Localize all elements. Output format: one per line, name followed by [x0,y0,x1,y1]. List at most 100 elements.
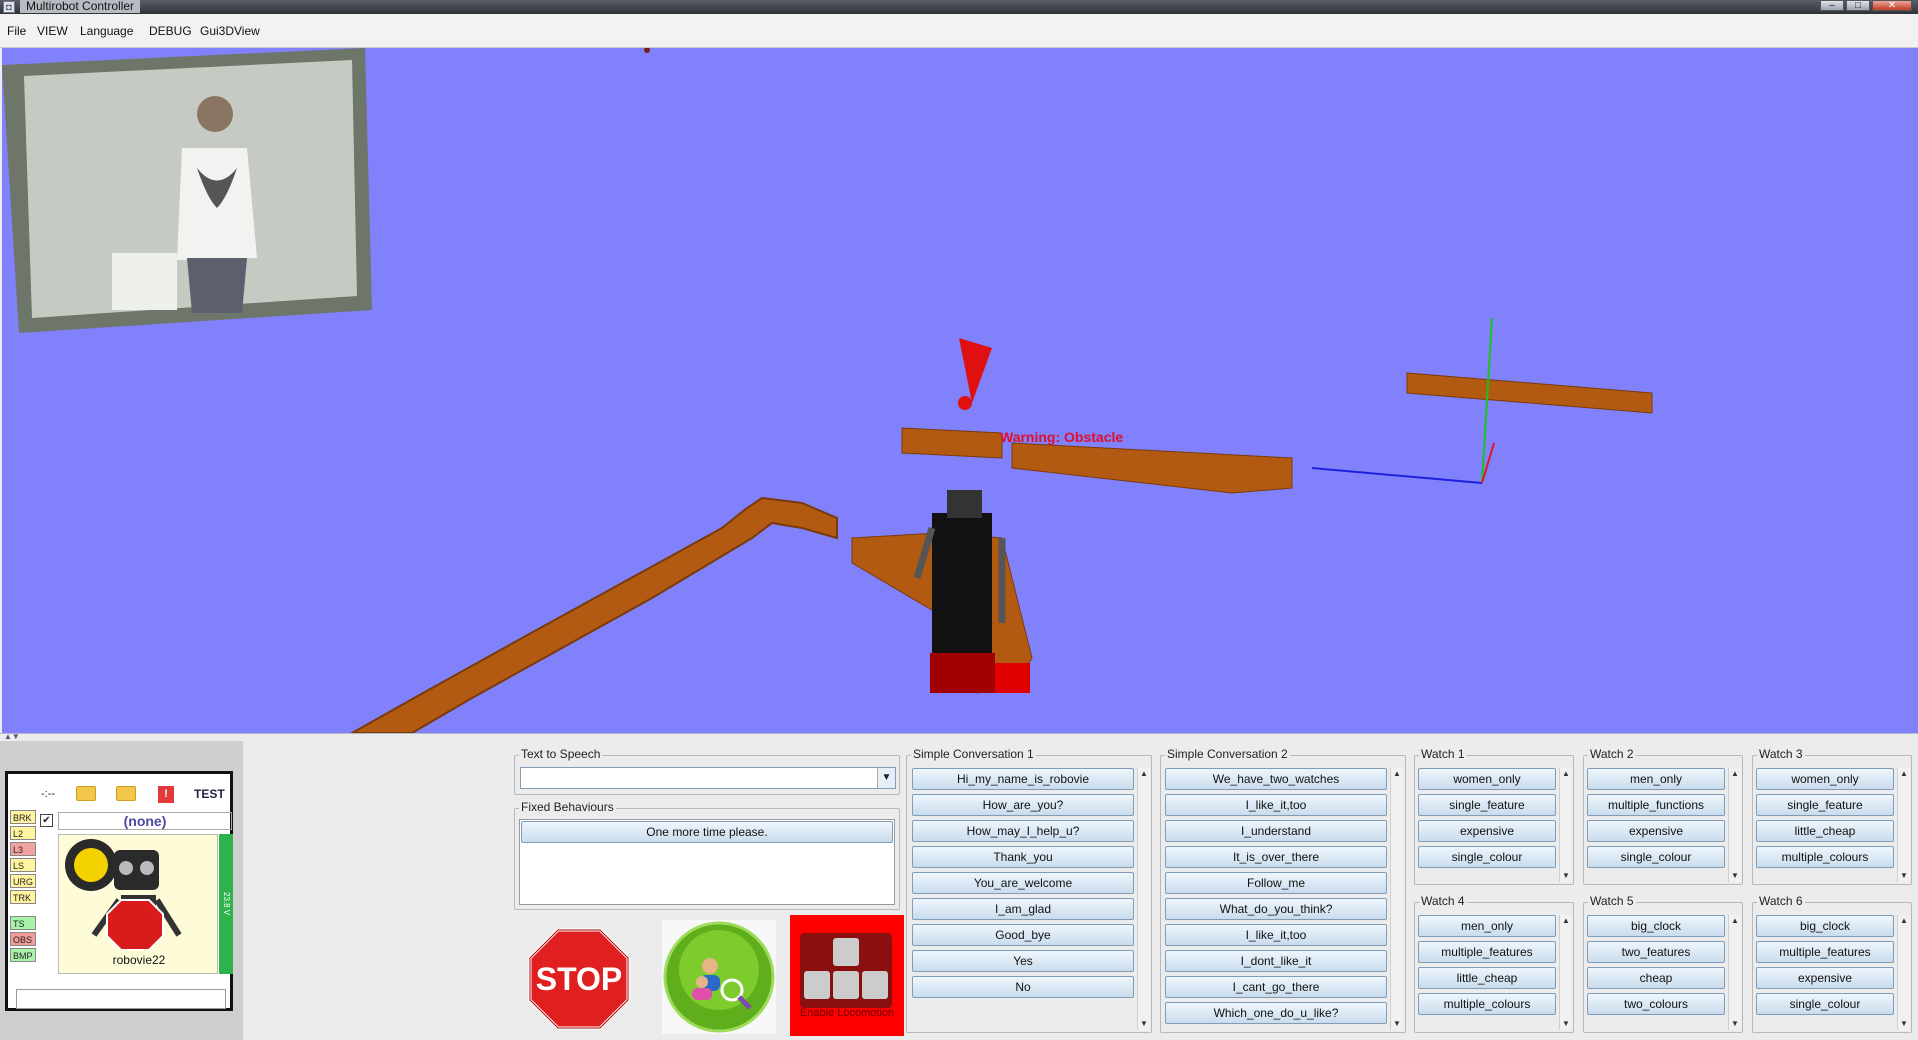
scroll-down-icon[interactable]: ▼ [1898,870,1910,882]
conv1-item-7[interactable]: Good_bye [912,924,1134,946]
watch6-item-2[interactable]: multiple_features [1756,941,1894,963]
test-button[interactable]: TEST [194,787,225,801]
watch6-item-3[interactable]: expensive [1756,967,1894,989]
watch2-item-2[interactable]: multiple_functions [1587,794,1725,816]
watch2-item-4[interactable]: single_colour [1587,846,1725,868]
conv1-item-3[interactable]: How_may_I_help_u? [912,820,1134,842]
watch1-item-2[interactable]: single_feature [1418,794,1556,816]
conv2-item-2[interactable]: I_like_it,too [1165,794,1387,816]
conv1-scrollbar[interactable]: ▲ ▼ [1137,768,1150,1030]
watch5-item-4[interactable]: two_colours [1587,993,1725,1015]
watch5-item-3[interactable]: cheap [1587,967,1725,989]
search-person-button[interactable] [662,920,776,1034]
robot-command-input[interactable] [16,989,226,1009]
watch6-item-1[interactable]: big_clock [1756,915,1894,937]
robot-card[interactable]: -:-- ! TEST BRK L2 L3 LS URG TRK TS OBS … [5,771,233,1011]
scroll-down-icon[interactable]: ▼ [1898,1018,1910,1030]
enable-locomotion-button[interactable]: Enable Locomotion [790,915,904,1036]
robot-head [947,490,982,518]
menu-language[interactable]: Language [80,24,133,38]
scroll-down-icon[interactable]: ▼ [1560,870,1572,882]
watch4-item-1[interactable]: men_only [1418,915,1556,937]
conv1-item-6[interactable]: I_am_glad [912,898,1134,920]
watch4-item-3[interactable]: little_cheap [1418,967,1556,989]
scroll-down-icon[interactable]: ▼ [1138,1018,1150,1030]
conv1-item-9[interactable]: No [912,976,1134,998]
scroll-down-icon[interactable]: ▼ [1391,1018,1403,1030]
scroll-up-icon[interactable]: ▲ [1560,768,1572,780]
scroll-up-icon[interactable]: ▲ [1138,768,1150,780]
conv1-item-8[interactable]: Yes [912,950,1134,972]
scroll-up-icon[interactable]: ▲ [1729,768,1741,780]
fixed-behaviours-list: One more time please. [519,819,895,905]
conv1-item-5[interactable]: You_are_welcome [912,872,1134,894]
menu-gui3dview[interactable]: Gui3DView [200,24,260,38]
conv1-item-2[interactable]: How_are_you? [912,794,1134,816]
conv2-scrollbar[interactable]: ▲ ▼ [1390,768,1403,1030]
scroll-up-icon[interactable]: ▲ [1898,915,1910,927]
scroll-down-icon[interactable]: ▼ [1560,1018,1572,1030]
conv2-item-7[interactable]: I_like_it,too [1165,924,1387,946]
scroll-up-icon[interactable]: ▲ [1898,768,1910,780]
scroll-up-icon[interactable]: ▲ [1560,915,1572,927]
watch3-item-1[interactable]: women_only [1756,768,1894,790]
scroll-up-icon[interactable]: ▲ [1391,768,1403,780]
arrow-keys-icon [800,933,892,1008]
minimize-button[interactable]: – [1820,0,1844,11]
behaviour-one-more-time[interactable]: One more time please. [521,821,893,843]
watch6-scrollbar[interactable]: ▲ ▼ [1897,915,1910,1030]
folder-open-icon[interactable] [116,786,136,801]
watch5-item-2[interactable]: two_features [1587,941,1725,963]
alert-icon[interactable]: ! [158,786,174,803]
watch1-item-4[interactable]: single_colour [1418,846,1556,868]
watch1-item-1[interactable]: women_only [1418,768,1556,790]
menu-file[interactable]: File [7,24,26,38]
scroll-down-icon[interactable]: ▼ [1729,870,1741,882]
watch1-scrollbar[interactable]: ▲ ▼ [1559,768,1572,882]
watch1-item-3[interactable]: expensive [1418,820,1556,842]
watch5-scrollbar[interactable]: ▲ ▼ [1728,915,1741,1030]
conv2-item-3[interactable]: I_understand [1165,820,1387,842]
conv2-item-9[interactable]: I_cant_go_there [1165,976,1387,998]
watch3-scrollbar[interactable]: ▲ ▼ [1897,768,1910,882]
conv1-item-1[interactable]: Hi_my_name_is_robovie [912,768,1134,790]
text-to-speech-combo[interactable]: ▼ [520,767,896,789]
wall-segment-right [1406,372,1653,414]
split-pane-divider[interactable]: ▲▼ [0,733,1918,741]
conv2-item-8[interactable]: I_dont_like_it [1165,950,1387,972]
watch4-scrollbar[interactable]: ▲ ▼ [1559,915,1572,1030]
conv2-item-6[interactable]: What_do_you_think? [1165,898,1387,920]
watch3-item-4[interactable]: multiple_colours [1756,846,1894,868]
watch2-item-3[interactable]: expensive [1587,820,1725,842]
conv2-item-1[interactable]: We_have_two_watches [1165,768,1387,790]
watch4-item-4[interactable]: multiple_colours [1418,993,1556,1015]
conv2-item-10[interactable]: Which_one_do_u_like? [1165,1002,1387,1024]
menu-debug[interactable]: DEBUG [149,24,192,38]
simple-conversation-2-title: Simple Conversation 2 [1165,747,1290,761]
folder-icon[interactable] [76,786,96,801]
watch3-item-2[interactable]: single_feature [1756,794,1894,816]
menu-view[interactable]: VIEW [37,24,68,38]
scroll-down-icon[interactable]: ▼ [1729,1018,1741,1030]
conv2-item-4[interactable]: It_is_over_there [1165,846,1387,868]
watch2-item-1[interactable]: men_only [1587,768,1725,790]
robot-selection[interactable]: (none) [58,812,232,830]
conv1-item-4[interactable]: Thank_you [912,846,1134,868]
scroll-up-icon[interactable]: ▲ [1729,915,1741,927]
watch4-item-2[interactable]: multiple_features [1418,941,1556,963]
conv2-item-5[interactable]: Follow_me [1165,872,1387,894]
robot-base [930,653,995,693]
3d-view[interactable]: Warning: Obstacle [2,48,1918,733]
watch2-scrollbar[interactable]: ▲ ▼ [1728,768,1741,882]
maximize-button[interactable]: □ [1846,0,1870,11]
watch-3-group: Watch 3 women_only single_feature little… [1752,747,1912,885]
watch5-item-1[interactable]: big_clock [1587,915,1725,937]
chevron-down-icon[interactable]: ▼ [877,768,895,788]
watch6-item-4[interactable]: single_colour [1756,993,1894,1015]
watch3-item-3[interactable]: little_cheap [1756,820,1894,842]
stop-button[interactable]: STOP [528,928,630,1030]
axis-x [1311,467,1483,484]
robot-select-checkbox[interactable]: ✔ [40,814,53,827]
app-icon: ◘ [3,1,15,13]
close-button[interactable]: ✕ [1872,0,1912,11]
